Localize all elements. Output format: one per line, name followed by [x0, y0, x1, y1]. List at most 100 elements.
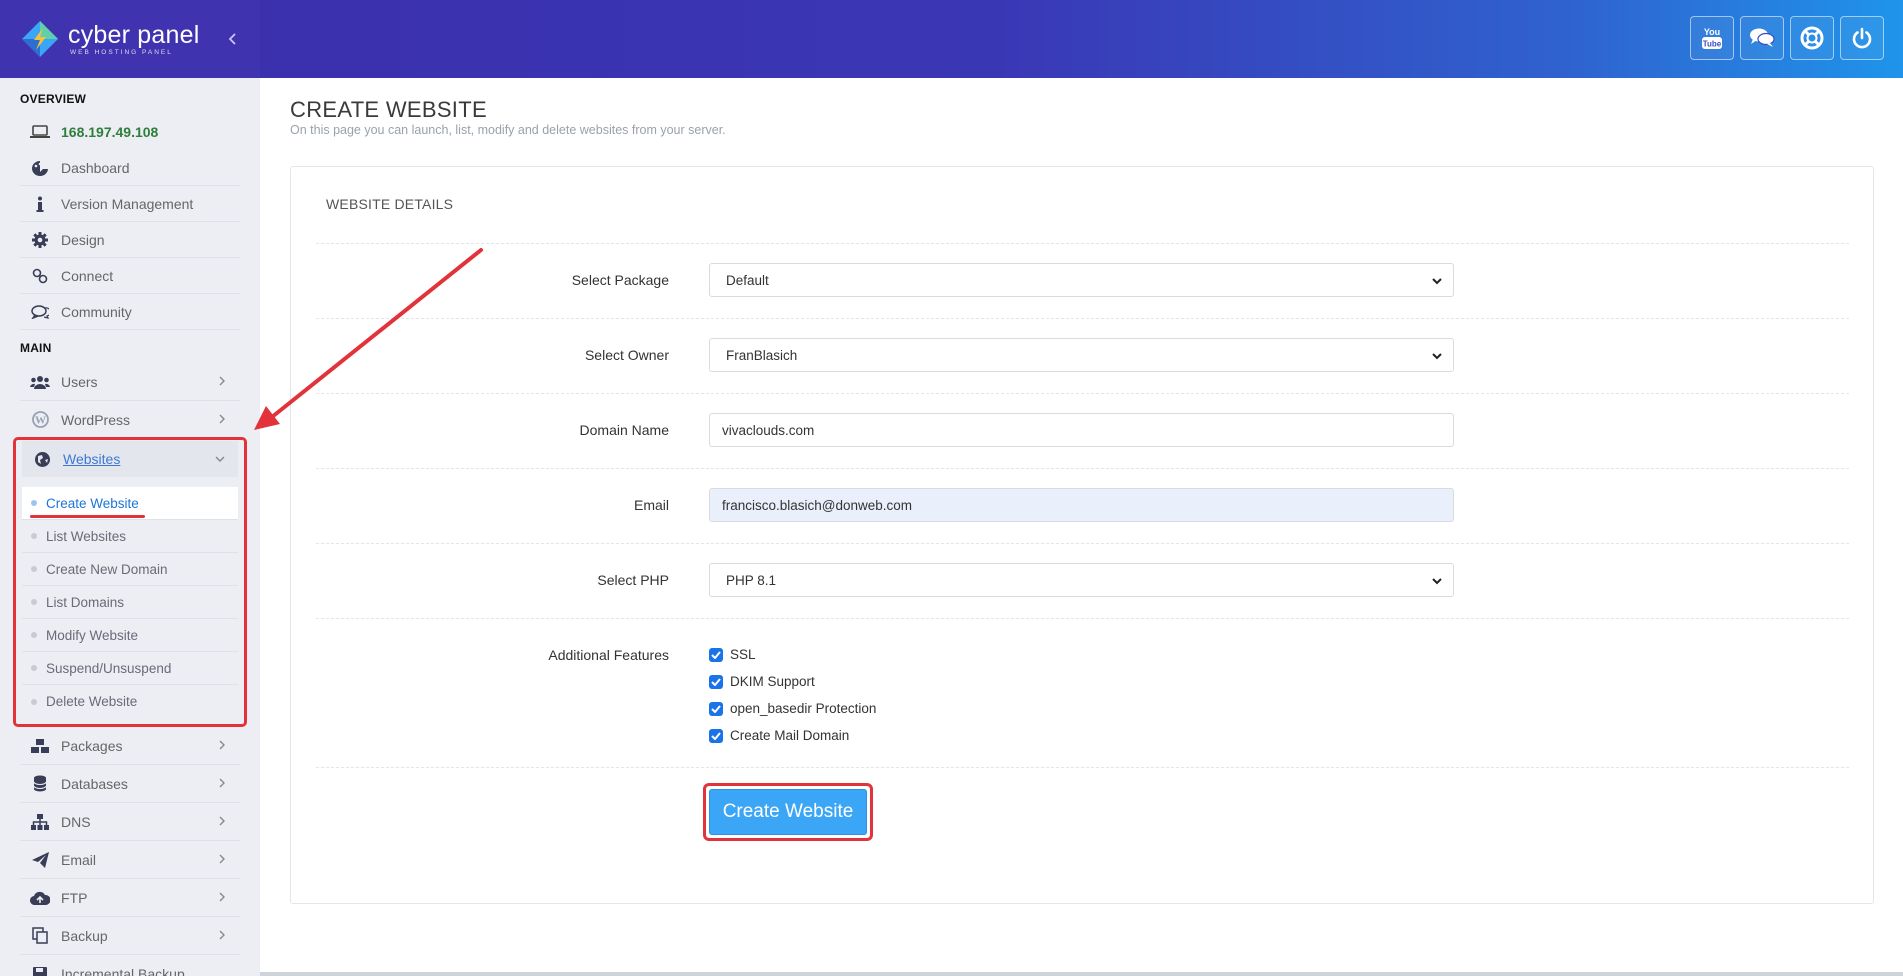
- submenu-modify-website[interactable]: Modify Website: [22, 619, 238, 652]
- submenu-label: Delete Website: [46, 694, 138, 709]
- checkbox-checked-icon[interactable]: [709, 701, 723, 716]
- sidebar-collapse-button[interactable]: [224, 29, 242, 49]
- sidebar-item-label: Version Management: [61, 195, 194, 212]
- sidebar-item-label: Incremental Backup: [61, 965, 185, 976]
- sidebar-item-email[interactable]: Email: [20, 841, 240, 879]
- chat-icon: [1750, 28, 1775, 47]
- bullet-icon: [31, 698, 37, 705]
- sidebar-item-dns[interactable]: DNS: [20, 803, 240, 841]
- power-icon: [1852, 27, 1872, 49]
- domain-name-input[interactable]: vivaclouds.com: [709, 413, 1454, 447]
- bullet-icon: [31, 533, 37, 539]
- sidebar-item-label: Community: [61, 303, 132, 320]
- domain-label: Domain Name: [579, 422, 669, 438]
- sidebar-item-version-management[interactable]: Version Management: [20, 186, 240, 222]
- users-icon: [29, 372, 51, 392]
- sidebar-item-users[interactable]: Users: [20, 363, 240, 401]
- package-value: Default: [726, 272, 769, 288]
- submenu-suspend-unsuspend[interactable]: Suspend/Unsuspend: [22, 652, 238, 685]
- submenu-create-new-domain[interactable]: Create New Domain: [22, 553, 238, 586]
- sidebar-item-label: FTP: [61, 889, 88, 906]
- openbasedir-checkbox[interactable]: open_basedir Protection: [709, 701, 876, 716]
- section-main: MAIN: [20, 341, 52, 355]
- owner-value: FranBlasich: [726, 347, 798, 363]
- sidebar-item-label: Websites: [63, 451, 121, 467]
- gear-icon: [29, 230, 51, 250]
- divider: [316, 543, 1849, 544]
- chevron-right-icon: [219, 816, 225, 826]
- divider: [316, 767, 1849, 768]
- link-icon: [29, 266, 51, 286]
- package-select[interactable]: Default: [709, 263, 1454, 297]
- ssl-label: SSL: [730, 647, 756, 662]
- horizontal-scrollbar[interactable]: [260, 972, 1903, 976]
- chevron-down-icon: [1432, 578, 1442, 585]
- owner-select[interactable]: FranBlasich: [709, 338, 1454, 372]
- sidebar-item-label: Users: [61, 373, 98, 390]
- dkim-label: DKIM Support: [730, 674, 815, 689]
- youtube-button[interactable]: You Tube: [1690, 16, 1734, 60]
- php-label: Select PHP: [597, 572, 669, 588]
- php-select[interactable]: PHP 8.1: [709, 563, 1454, 597]
- sidebar-item-backup[interactable]: Backup: [20, 917, 240, 955]
- sidebar-item-incremental-backup[interactable]: Incremental Backup: [20, 955, 240, 976]
- checkbox-checked-icon[interactable]: [709, 728, 723, 743]
- youtube-icon: You Tube: [1702, 27, 1722, 49]
- ssl-checkbox[interactable]: SSL: [709, 647, 756, 662]
- chat-button[interactable]: [1740, 16, 1784, 60]
- submenu-label: List Websites: [46, 528, 127, 544]
- divider: [316, 318, 1849, 319]
- sidebar-item-design[interactable]: Design: [20, 222, 240, 258]
- sidebar: cyber panel WEB HOSTING PANEL OVERVIEW 1…: [0, 0, 260, 976]
- sidebar-item-packages[interactable]: Packages: [20, 727, 240, 765]
- submenu-list-domains[interactable]: List Domains: [22, 586, 238, 619]
- bullet-icon: [31, 566, 37, 572]
- sidebar-item-dashboard[interactable]: Dashboard: [20, 150, 240, 186]
- laptop-icon: [29, 122, 51, 142]
- sidebar-item-connect[interactable]: Connect: [20, 258, 240, 294]
- cyberpanel-logo[interactable]: [20, 19, 60, 59]
- chevron-down-icon: [215, 456, 225, 462]
- comments-icon: [29, 302, 51, 322]
- checkbox-checked-icon[interactable]: [709, 674, 723, 689]
- website-details-panel: WEBSITE DETAILS Select Package Default S…: [290, 166, 1874, 904]
- brand-text: cyber panel WEB HOSTING PANEL: [68, 22, 199, 56]
- save-icon: [29, 964, 51, 976]
- svg-text:Tube: Tube: [1703, 40, 1722, 49]
- chevron-right-icon: [219, 892, 225, 902]
- app-window: You Tube cyber panel WEB HOSTING PANEL OV…: [0, 0, 1903, 976]
- submenu-delete-website[interactable]: Delete Website: [22, 685, 238, 718]
- mail-domain-checkbox[interactable]: Create Mail Domain: [709, 728, 849, 743]
- info-icon: [29, 194, 51, 214]
- divider: [316, 618, 1849, 619]
- support-button[interactable]: [1790, 16, 1834, 60]
- brand-header: cyber panel WEB HOSTING PANEL: [0, 0, 260, 78]
- checkbox-checked-icon[interactable]: [709, 647, 723, 662]
- email-label: Email: [633, 497, 669, 513]
- submenu-list-websites[interactable]: List Websites: [22, 520, 238, 553]
- sidebar-item-wordpress[interactable]: W WordPress: [20, 401, 240, 439]
- copy-icon: [29, 926, 51, 946]
- email-input[interactable]: francisco.blasich@donweb.com: [709, 488, 1454, 522]
- server-ip-label: 168.197.49.108: [61, 124, 159, 140]
- sidebar-item-websites[interactable]: Websites: [22, 441, 238, 477]
- create-website-button[interactable]: Create Website: [709, 789, 867, 835]
- features-label: Additional Features: [548, 647, 669, 663]
- sidebar-item-databases[interactable]: Databases: [20, 765, 240, 803]
- sidebar-item-label: Connect: [61, 267, 114, 284]
- dkim-checkbox[interactable]: DKIM Support: [709, 674, 815, 689]
- sidebar-item-server-ip[interactable]: 168.197.49.108: [20, 114, 240, 150]
- mail-domain-label: Create Mail Domain: [730, 728, 850, 743]
- globe-icon: [31, 449, 53, 469]
- bullet-icon: [31, 665, 37, 671]
- sidebar-item-ftp[interactable]: FTP: [20, 879, 240, 917]
- chevron-right-icon: [219, 376, 225, 386]
- power-button[interactable]: [1840, 16, 1884, 60]
- domain-value: vivaclouds.com: [722, 422, 815, 438]
- support-icon: [1800, 26, 1824, 50]
- sitemap-icon: [29, 812, 51, 832]
- sidebar-item-community[interactable]: Community: [20, 294, 240, 330]
- package-label: Select Package: [571, 272, 669, 288]
- divider: [316, 243, 1849, 244]
- submenu-label: Modify Website: [46, 627, 139, 643]
